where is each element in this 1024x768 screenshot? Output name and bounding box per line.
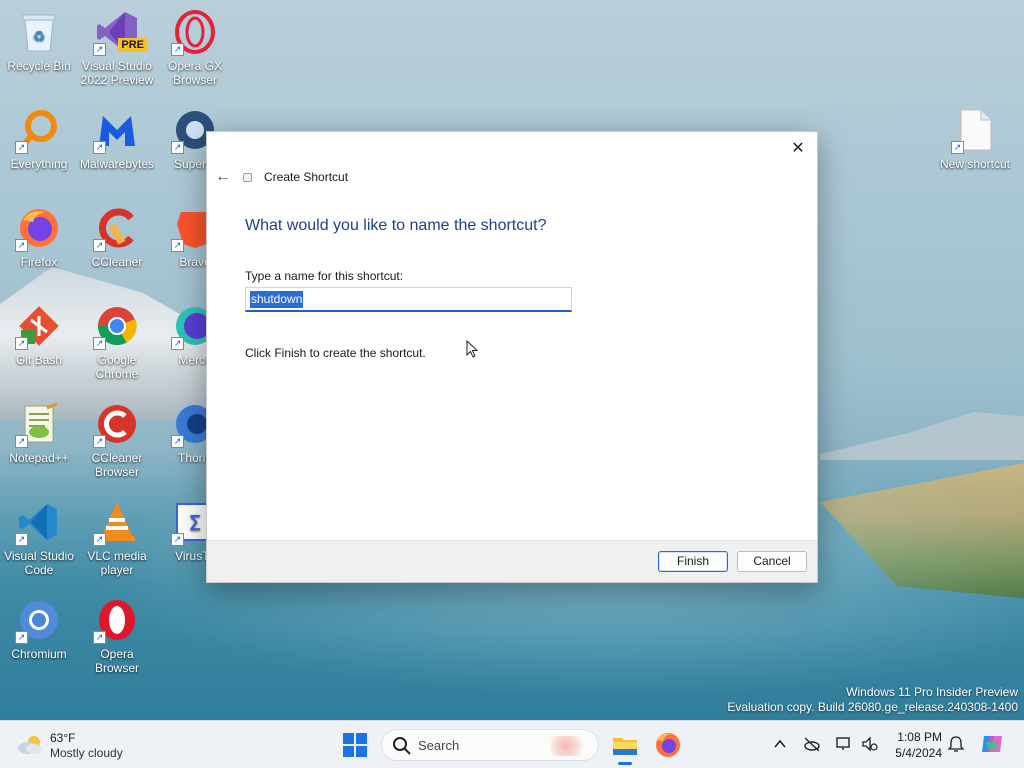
close-button[interactable]: ✕ — [787, 138, 809, 160]
clock-time: 1:08 PM — [897, 730, 942, 744]
desktop-icon-visual-studio-preview[interactable]: PRE ↗ Visual Studio 2022 Preview — [78, 8, 156, 87]
desktop-icon-ccleaner-browser[interactable]: ↗ CCleaner Browser — [78, 400, 156, 479]
chromium-icon: ↗ — [15, 596, 63, 644]
desktop-icon-vscode[interactable]: ↗ Visual Studio Code — [0, 498, 78, 577]
opera-gx-icon: ↗ — [171, 8, 219, 56]
clock-date: 5/4/2024 — [895, 746, 942, 760]
start-button[interactable] — [343, 733, 367, 757]
shortcut-name-input[interactable]: shutdown — [245, 287, 572, 312]
search-icon — [393, 737, 411, 755]
windows-watermark: Windows 11 Pro Insider Preview Evaluatio… — [727, 685, 1018, 715]
desktop-icon-firefox[interactable]: ↗ Firefox — [0, 204, 78, 269]
shortcut-wizard-icon — [243, 173, 252, 182]
taskbar-search[interactable]: Search — [381, 729, 599, 761]
search-highlight-decoration — [550, 736, 590, 756]
dialog-heading: What would you like to name the shortcut… — [245, 217, 547, 234]
desktop-icon-chromium[interactable]: ↗ Chromium — [0, 596, 78, 661]
back-arrow-button[interactable]: ← — [213, 167, 233, 187]
desktop-icon-opera[interactable]: ↗ Opera Browser — [78, 596, 156, 675]
notification-bell-icon[interactable] — [947, 735, 965, 753]
desktop-icon-git-bash[interactable]: ↗ Git Bash — [0, 302, 78, 367]
desktop-icon-vlc[interactable]: ↗ VLC media player — [78, 498, 156, 577]
system-clock[interactable]: 1:08 PM 5/4/2024 — [882, 729, 942, 761]
desktop-icon-opera-gx[interactable]: ↗ Opera GX Browser — [156, 8, 234, 87]
chrome-icon: ↗ — [93, 302, 141, 350]
cancel-button[interactable]: Cancel — [737, 551, 807, 572]
desktop-icon-everything[interactable]: ↗ Everything — [0, 106, 78, 171]
cloud-icon — [18, 736, 42, 754]
new-shortcut-icon: ↗ — [951, 106, 999, 154]
firefox-icon: ↗ — [15, 204, 63, 252]
chevron-up-icon[interactable] — [771, 735, 789, 753]
ccleaner-icon: ↗ — [93, 204, 141, 252]
desktop-icon-recycle-bin[interactable]: ♻ Recycle Bin — [0, 8, 78, 73]
malwarebytes-icon: ↗ — [93, 106, 141, 154]
visual-studio-preview-icon: PRE ↗ — [93, 8, 147, 56]
create-shortcut-dialog: ✕ ← Create Shortcut What would you like … — [206, 131, 818, 583]
network-icon[interactable] — [835, 735, 853, 753]
ccleaner-browser-icon: ↗ — [93, 400, 141, 448]
everything-search-icon: ↗ — [15, 106, 63, 154]
firefox-icon — [656, 733, 680, 757]
shortcut-name-label: Type a name for this shortcut: — [245, 269, 404, 283]
svg-text:♻: ♻ — [33, 29, 46, 45]
watermark-line-2: Evaluation copy. Build 26080.ge_release.… — [727, 700, 1018, 714]
desktop-icon-google-chrome[interactable]: ↗ Google Chrome — [78, 302, 156, 381]
copilot-icon[interactable] — [980, 732, 1004, 756]
desktop-icon-new-shortcut[interactable]: ↗ New shortcut — [936, 106, 1014, 171]
preview-badge: PRE — [118, 38, 147, 52]
onedrive-offline-icon[interactable] — [803, 735, 821, 753]
dialog-footer: Finish Cancel — [207, 540, 817, 582]
wallpaper-mountain-right — [820, 412, 1024, 460]
weather-condition: Mostly cloudy — [50, 746, 123, 760]
desktop-icon-malwarebytes[interactable]: ↗ Malwarebytes — [78, 106, 156, 171]
taskbar-firefox[interactable] — [652, 729, 684, 761]
vlc-icon: ↗ — [93, 498, 141, 546]
windows-logo-icon — [343, 733, 354, 744]
taskbar-file-explorer[interactable] — [609, 729, 641, 765]
vscode-icon: ↗ — [15, 498, 63, 546]
dialog-title: Create Shortcut — [264, 170, 349, 184]
opera-icon: ↗ — [93, 596, 141, 644]
weather-widget[interactable]: 63°F Mostly cloudy — [16, 729, 146, 763]
taskbar: 63°F Mostly cloudy Search 1:08 PM 5/4/20… — [0, 720, 1024, 768]
git-bash-icon: ↗ — [15, 302, 63, 350]
finish-hint: Click Finish to create the shortcut. — [245, 346, 426, 360]
folder-icon — [613, 738, 637, 755]
desktop-icon-ccleaner[interactable]: ↗ CCleaner — [78, 204, 156, 269]
search-placeholder: Search — [418, 738, 460, 753]
recycle-bin-icon: ♻ — [15, 8, 63, 56]
finish-button[interactable]: Finish — [658, 551, 728, 572]
shortcut-name-value[interactable]: shutdown — [250, 291, 304, 308]
svg-text:Σ: Σ — [189, 511, 202, 535]
watermark-line-1: Windows 11 Pro Insider Preview — [846, 685, 1018, 699]
desktop-icon-notepadpp[interactable]: ↗ Notepad++ — [0, 400, 78, 465]
volume-muted-icon[interactable] — [860, 735, 878, 753]
mouse-cursor-icon — [466, 340, 478, 358]
weather-temperature: 63°F — [50, 731, 76, 745]
notepadpp-icon: ↗ — [15, 400, 63, 448]
